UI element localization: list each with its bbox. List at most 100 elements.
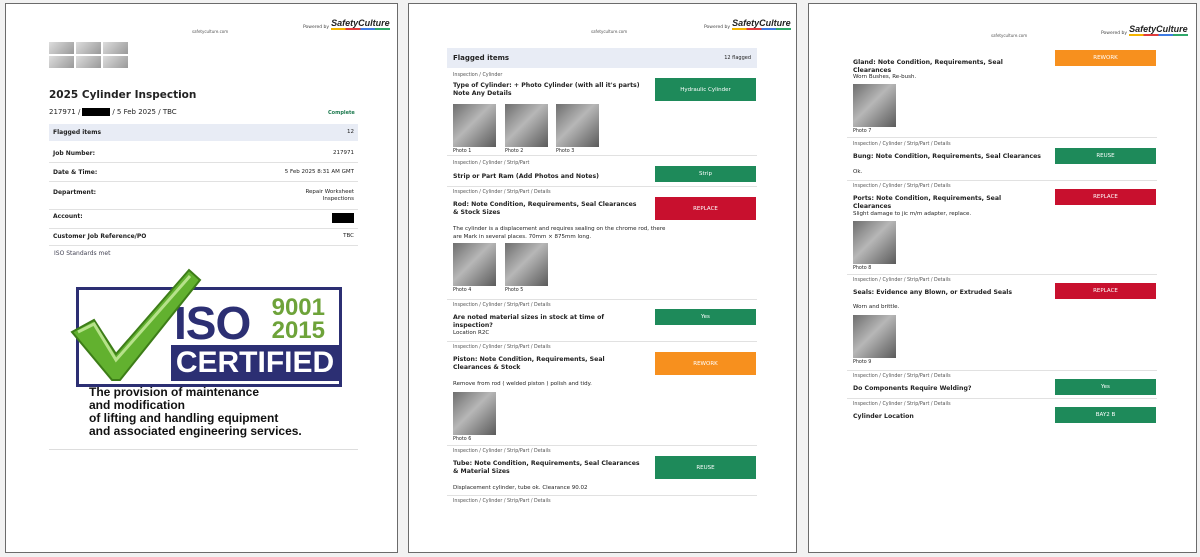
powered-by-label: Powered by (303, 25, 330, 30)
status-badge: Complete (328, 110, 355, 116)
item-photo[interactable]: Photo 9 (853, 315, 896, 365)
item-response[interactable]: Yes (655, 309, 756, 325)
inspection-item: Inspection / Cylinder / Strip/Part / Det… (447, 496, 757, 516)
item-question: Strip or Part Ram (Add Photos and Notes) (453, 173, 599, 180)
header-url: safetyculture.com (192, 29, 229, 34)
item-question: Type of Cylinder: + Photo Cylinder (with… (453, 82, 640, 97)
inspection-item: Inspection / Cylinder / Strip/Part / Det… (847, 138, 1157, 181)
item-breadcrumb: Inspection / Cylinder / Strip/Part / Det… (853, 142, 951, 147)
redaction-block (332, 213, 354, 223)
cover-photo (103, 42, 128, 54)
item-question: Seals: Evidence any Blown, or Extruded S… (853, 289, 1013, 296)
inspection-item: Inspection / Cylinder / Strip/Part / Det… (447, 300, 757, 342)
flagged-items-header: Flagged items 12 flagged (447, 48, 757, 68)
inspection-item: Inspection / Cylinder / Strip/Part / Det… (447, 187, 757, 300)
report-page-1: safetyculture.com Powered by SafetyCultu… (5, 3, 398, 553)
flagged-items-title: Flagged items (453, 54, 510, 62)
item-breadcrumb: Inspection / Cylinder / Strip/Part / Det… (453, 449, 551, 454)
item-response[interactable]: REWORK (1055, 50, 1156, 66)
powered-by-logo: Powered by SafetyCulture (704, 18, 791, 30)
item-breadcrumb: Inspection / Cylinder / Strip/Part / Det… (853, 374, 951, 379)
item-photo[interactable]: Photo 2 (505, 104, 548, 154)
item-breadcrumb: Inspection / Cylinder / Strip/Part (453, 161, 530, 166)
iso-year: 2015 (271, 317, 325, 344)
inspection-item: Inspection / Cylinder / Strip/Part / Det… (847, 181, 1157, 275)
item-question: Piston: Note Condition, Requirements, Se… (453, 356, 605, 371)
safetyculture-logo: SafetyCulture (732, 18, 791, 30)
cover-photo (76, 42, 101, 54)
summary-row-department: Department: Repair Worksheet Inspections (49, 184, 358, 210)
powered-by-logo: Powered by SafetyCulture (1101, 24, 1188, 36)
item-breadcrumb: Inspection / Cylinder / Strip/Part / Det… (453, 345, 551, 350)
item-response[interactable]: BAY2 B (1055, 407, 1156, 423)
redaction-block (82, 108, 111, 116)
cover-photo-grid (49, 42, 128, 68)
safetyculture-logo: SafetyCulture (331, 18, 390, 30)
item-note: Worn and brittle. (853, 304, 900, 310)
item-photo[interactable]: Photo 7 (853, 84, 896, 134)
report-subtitle: 217971 / / 5 Feb 2025 / TBC (49, 108, 177, 116)
powered-by-label: Powered by (1101, 31, 1128, 36)
item-note: The cylinder is a displacement and requi… (453, 226, 666, 240)
iso-scope-text: The provision of maintenance and modific… (89, 386, 302, 438)
report-date: / 5 Feb 2025 / TBC (112, 108, 177, 116)
row-label: Account: (53, 213, 83, 220)
item-photo[interactable]: Photo 5 (505, 243, 548, 293)
row-value: 217971 (333, 150, 354, 156)
item-breadcrumb: Inspection / Cylinder / Strip/Part / Det… (853, 402, 951, 407)
row-value: 5 Feb 2025 8:31 AM GMT (284, 169, 354, 175)
item-photo[interactable]: Photo 6 (453, 392, 496, 442)
item-response[interactable]: REPLACE (1055, 283, 1156, 299)
item-question: Do Components Require Welding? (853, 385, 972, 392)
inspection-item: Inspection / Cylinder / Strip/Part Strip… (447, 156, 757, 187)
cover-photo (103, 56, 128, 68)
item-response[interactable]: REUSE (655, 456, 756, 479)
summary-row-date-time: Date & Time: 5 Feb 2025 8:31 AM GMT (49, 164, 358, 182)
report-page-3: safetyculture.com Powered by SafetyCultu… (808, 3, 1197, 553)
item-question: Are noted material sizes in stock at tim… (453, 314, 605, 329)
inspection-item: Inspection / Cylinder / Strip/Part / Det… (447, 446, 757, 496)
inspection-item: Inspection / Cylinder / Strip/Part / Det… (847, 399, 1157, 427)
item-question: Rod: Note Condition, Requirements, Seal … (453, 201, 637, 216)
item-photo[interactable]: Photo 1 (453, 104, 496, 154)
cover-photo (49, 56, 74, 68)
report-page-2: safetyculture.com Powered by SafetyCultu… (408, 3, 797, 553)
item-response[interactable]: Yes (1055, 379, 1156, 395)
iso-scope-line: and associated engineering services. (89, 424, 302, 438)
item-response[interactable]: Hydraulic Cylinder (655, 78, 756, 101)
item-breadcrumb: Inspection / Cylinder / Strip/Part / Det… (853, 184, 951, 189)
header-url: safetyculture.com (991, 33, 1028, 38)
item-note: Location R2C (453, 330, 490, 336)
item-question: Ports: Note Condition, Requirements, Sea… (853, 195, 1002, 210)
inspection-item: Gland: Note Condition, Requirements, Sea… (847, 48, 1157, 138)
item-note: Displacement cylinder, tube ok. Clearanc… (453, 485, 588, 491)
report-title: 2025 Cylinder Inspection (49, 89, 197, 101)
item-response[interactable]: REPLACE (655, 197, 756, 220)
powered-by-logo: Powered by SafetyCulture (303, 18, 390, 30)
row-label: Date & Time: (53, 169, 98, 176)
item-photo[interactable]: Photo 4 (453, 243, 496, 293)
item-response[interactable]: REWORK (655, 352, 756, 375)
flagged-count: 12 flagged (724, 55, 751, 61)
item-response[interactable]: Strip (655, 166, 756, 182)
item-response[interactable]: REPLACE (1055, 189, 1156, 205)
cover-photo (76, 56, 101, 68)
row-label: Department: (53, 189, 97, 196)
item-note: Ok. (853, 169, 863, 175)
safetyculture-logo: SafetyCulture (1129, 24, 1188, 36)
item-note: Worn Bushes, Re-bush. (853, 74, 917, 80)
summary-row-account: Account: (49, 208, 358, 229)
item-breadcrumb: Inspection / Cylinder / Strip/Part / Det… (453, 303, 551, 308)
item-response[interactable]: REUSE (1055, 148, 1156, 164)
row-value: 12 (347, 129, 354, 135)
inspection-item: Inspection / Cylinder Type of Cylinder: … (447, 68, 757, 156)
item-photo[interactable]: Photo 3 (556, 104, 599, 154)
row-value: TBC (343, 233, 354, 239)
item-breadcrumb: Inspection / Cylinder / Strip/Part / Det… (453, 190, 551, 195)
item-photo[interactable]: Photo 8 (853, 221, 896, 271)
row-label: Flagged items (53, 129, 102, 136)
summary-row-flagged[interactable]: Flagged items 12 (49, 124, 358, 141)
inspection-item: Inspection / Cylinder / Strip/Part / Det… (847, 275, 1157, 371)
iso-standards-note: ISO Standards met (54, 250, 111, 257)
row-value: Repair Worksheet Inspections (305, 189, 354, 202)
